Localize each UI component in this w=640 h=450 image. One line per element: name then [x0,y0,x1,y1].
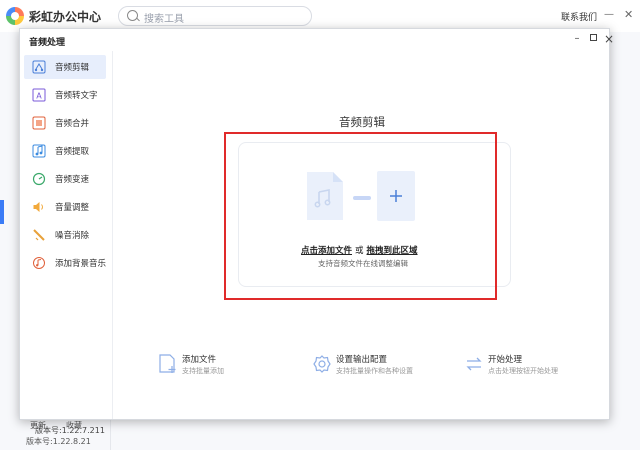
footer-divider [110,420,111,450]
sidebar-item-background-music[interactable]: 添加背景音乐 [24,251,106,275]
highlight-frame [224,132,497,300]
drag-here-text: 拖拽到此区域 [366,246,418,256]
dialog-titlebar: 音频处理 – × [20,29,614,51]
drop-or-text: 或 [355,246,364,256]
svg-text:A: A [36,92,42,101]
tool-sidebar: 音频剪辑 A 音频转文字 音频合并 音频提取 音频变速 音量调整 噪音消除 添加… [20,51,113,435]
audio-cut-icon [32,60,46,74]
click-add-file-link[interactable]: 点击添加文件 [301,246,352,256]
start-process-icon [466,357,482,371]
search-input[interactable]: 搜索工具 [118,6,312,26]
app-version: 版本号:1.22.8.21 [26,437,91,446]
sidebar-item-label: 噪音消除 [55,231,90,241]
drop-zone-hint: 支持音频文件在线调整编辑 [318,259,408,268]
minimize-icon[interactable]: – [571,33,583,45]
sidebar-item-audio-merge[interactable]: 音频合并 [24,111,106,135]
sidebar-item-noise-remove[interactable]: 噪音消除 [24,223,106,247]
audio-speed-icon [32,172,46,186]
left-nav-indicator [0,200,4,224]
step-title: 开始处理 [488,355,523,365]
rainbow-logo-icon [6,7,24,25]
sidebar-item-label: 音频剪辑 [55,63,90,73]
sidebar-item-audio-cut[interactable]: 音频剪辑 [24,55,106,79]
search-placeholder: 搜索工具 [144,14,184,25]
app-minimize-icon[interactable]: — [604,9,614,20]
sidebar-item-volume-adjust[interactable]: 音量调整 [24,195,106,219]
dialog-version: 版本号:1.22.7.211 [35,426,105,435]
step-desc: 支持批量操作和各种设置 [336,367,413,375]
search-icon [127,10,138,21]
sidebar-item-label: 音频提取 [55,147,90,157]
drop-zone-instructions: 点击添加文件或拖拽到此区域 [301,244,418,256]
sidebar-item-label: 音频转文字 [55,91,98,101]
add-file-plus-icon[interactable] [376,170,416,222]
settings-gear-icon [313,355,331,373]
audio-to-text-icon: A [32,88,46,102]
app-close-icon[interactable]: ✕ [624,8,633,21]
step-desc: 支持批量添加 [182,367,224,375]
maximize-icon[interactable] [587,33,599,45]
sidebar-item-label: 音频变速 [55,175,90,185]
contact-us-link[interactable]: 联系我们 [561,10,597,23]
volume-adjust-icon [33,202,43,212]
audio-extract-icon [32,144,46,158]
step-title: 设置输出配置 [336,355,388,365]
audio-processing-dialog: 音频处理 – × 音频剪辑 A 音频转文字 音频合并 音频提取 音频变速 音量调… [19,28,614,435]
close-icon[interactable]: × [603,33,615,45]
background-music-icon [33,257,45,269]
step-desc: 点击处理按钮开始处理 [488,367,558,375]
sidebar-item-label: 音频合并 [55,119,90,129]
add-file-icon [159,354,176,373]
sidebar-item-label: 添加背景音乐 [55,259,107,269]
dialog-title: 音频处理 [29,38,66,48]
audio-merge-icon [32,116,46,130]
step-title: 添加文件 [182,355,217,365]
sidebar-item-label: 音量调整 [55,203,90,213]
page-title: 音频剪辑 [339,115,385,129]
sidebar-item-audio-speed[interactable]: 音频变速 [24,167,106,191]
audio-file-icon [307,172,343,220]
noise-remove-icon [33,229,45,241]
sidebar-item-audio-extract[interactable]: 音频提取 [24,139,106,163]
app-title: 彩虹办公中心 [29,10,102,24]
sidebar-item-audio-to-text[interactable]: A 音频转文字 [24,83,106,107]
connector-dash [353,196,371,200]
